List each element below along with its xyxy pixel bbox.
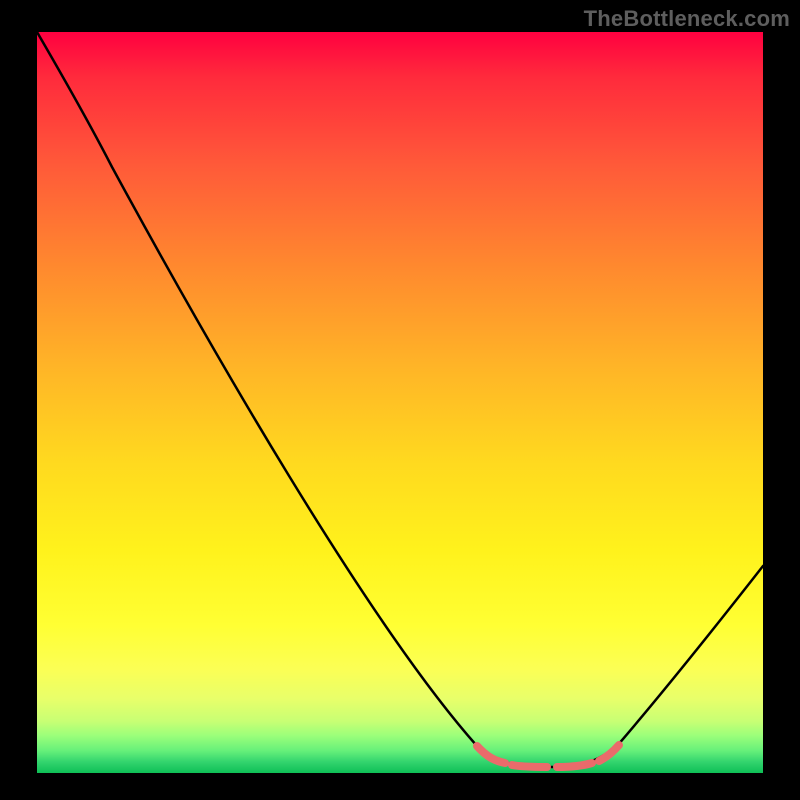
chart-container: TheBottleneck.com <box>0 0 800 800</box>
curve-line <box>37 32 763 767</box>
bottleneck-curve <box>37 32 763 773</box>
curve-highlight <box>477 745 619 767</box>
watermark-text: TheBottleneck.com <box>584 6 790 32</box>
